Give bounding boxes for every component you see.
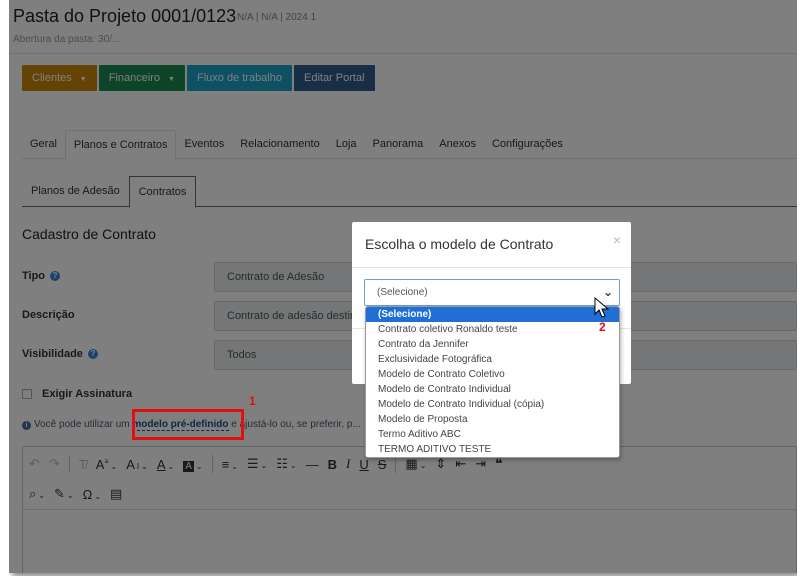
app-window: Pasta do Projeto 0001/0123 N/A | N/A | 2… [9, 0, 797, 573]
annotation-highlight-box [132, 409, 244, 440]
dropdown-option[interactable]: TERMO ADITIVO TESTE [366, 442, 619, 457]
annotation-number-1: 1 [249, 394, 256, 408]
torn-edge-right [797, 0, 808, 584]
select-value: (Selecione) [377, 287, 428, 298]
dropdown-option[interactable]: Modelo de Contrato Coletivo [366, 367, 619, 382]
dropdown-option[interactable]: Exclusividade Fotográfica [366, 352, 619, 367]
dropdown-option[interactable]: Modelo de Contrato Individual (cópia) [366, 397, 619, 412]
mouse-cursor-icon [594, 297, 610, 318]
dropdown-option[interactable]: Modelo de Proposta [366, 412, 619, 427]
torn-edge-bottom [0, 576, 808, 584]
contract-template-select[interactable]: (Selecione) ⌄ [364, 279, 620, 306]
dropdown-option[interactable]: Contrato coletivo Ronaldo teste [366, 322, 619, 337]
torn-edge-left [0, 0, 9, 584]
contract-template-dropdown: (Selecione) Contrato coletivo Ronaldo te… [365, 306, 620, 458]
dropdown-option[interactable]: Contrato da Jennifer [366, 337, 619, 352]
dropdown-option[interactable]: Modelo de Contrato Individual [366, 382, 619, 397]
modal-title: Escolha o modelo de Contrato [365, 236, 554, 252]
annotation-number-2: 2 [599, 320, 606, 334]
modal-divider [352, 267, 631, 268]
close-icon[interactable]: × [613, 232, 621, 248]
dropdown-option[interactable]: Termo Aditivo ABC [366, 427, 619, 442]
dropdown-option[interactable]: (Selecione) [366, 307, 619, 322]
